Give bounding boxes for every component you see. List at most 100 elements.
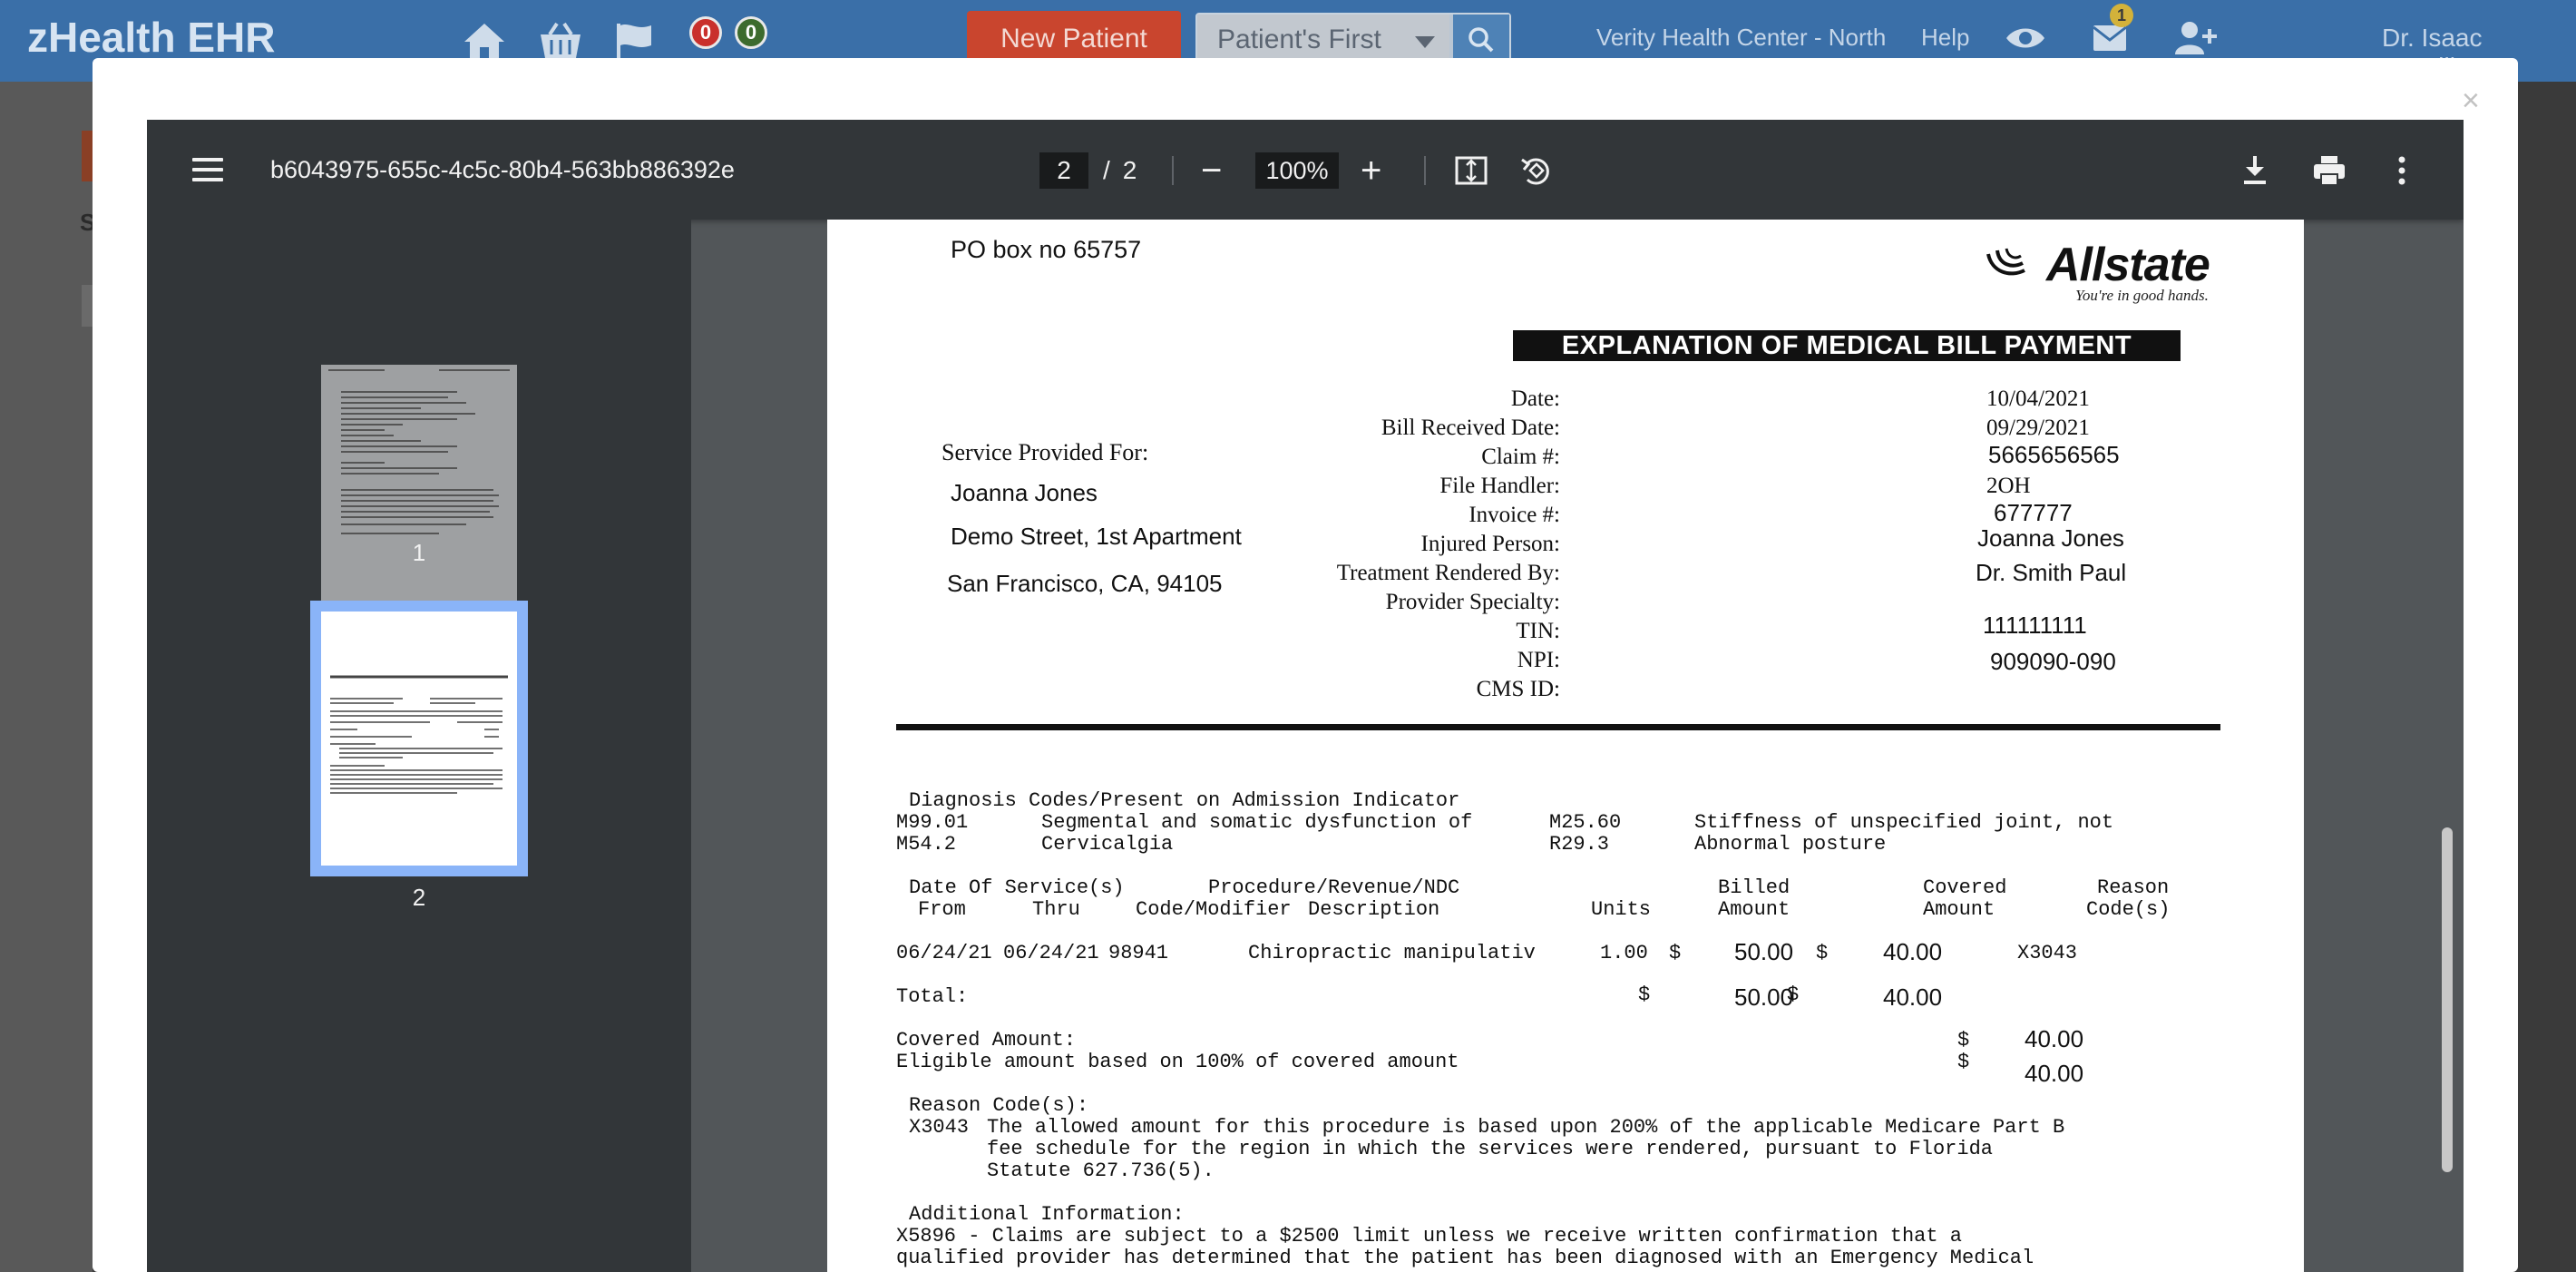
- line-description: Chiropractic manipulativ: [1248, 942, 1536, 964]
- menu-icon[interactable]: [192, 158, 223, 181]
- line-covered-amount: 40.00: [1883, 938, 1943, 965]
- diagnosis-description: Stiffness of unspecified joint, not: [1694, 811, 2114, 834]
- field-value-injured-person: Joanna Jones: [1977, 524, 2124, 552]
- additional-info-line: X5896 - Claims are subject to a $2500 li…: [896, 1225, 1962, 1248]
- diagnosis-code: R29.3: [1549, 833, 1610, 856]
- page-thumbnail-1[interactable]: [321, 365, 517, 621]
- additional-info-line: qualified provider has determined that t…: [896, 1247, 2034, 1269]
- field-label: Provider Specialty:: [1385, 590, 1560, 614]
- zoom-out-button[interactable]: −: [1201, 152, 1222, 189]
- po-box: PO box no 65757: [951, 236, 1142, 263]
- page-thumbnail-2[interactable]: [321, 612, 517, 866]
- line-procedure-code: 98941: [1108, 942, 1169, 964]
- field-label: NPI:: [1517, 648, 1560, 672]
- tasks-count-badge[interactable]: 0: [735, 16, 767, 49]
- field-value-treatment-by: Dr. Smith Paul: [1976, 559, 2127, 586]
- toolbar-divider: [1424, 156, 1426, 185]
- document-scrollbar[interactable]: [2442, 827, 2453, 1172]
- location-selector[interactable]: Verity Health Center - North: [1596, 24, 1886, 52]
- document-title: EXPLANATION OF MEDICAL BILL PAYMENT: [1513, 330, 2181, 361]
- insurer-tagline: You're in good hands.: [2075, 287, 2209, 304]
- basket-icon[interactable]: [537, 20, 584, 62]
- search-icon: [1469, 27, 1494, 53]
- help-link[interactable]: Help: [1921, 24, 1969, 52]
- field-value-invoice: 677777: [1994, 499, 2073, 526]
- total-covered: 40.00: [1883, 983, 1943, 1011]
- patient-address-line-2: San Francisco, CA, 94105: [947, 570, 1223, 597]
- zoom-in-button[interactable]: +: [1361, 152, 1381, 189]
- field-value-file-handler: 2OH: [1986, 474, 2031, 498]
- patient-name: Joanna Jones: [951, 479, 1098, 506]
- pdf-viewer: b6043975-655c-4c5c-80b4-563bb886392e 2 /…: [147, 120, 2464, 1272]
- field-value-date: 10/04/2021: [1986, 386, 2090, 411]
- download-icon[interactable]: [2235, 151, 2275, 191]
- more-options-icon[interactable]: [2382, 151, 2422, 191]
- home-icon[interactable]: [461, 20, 508, 62]
- flag-icon[interactable]: [611, 20, 659, 62]
- diagnosis-header: Diagnosis Codes/Present on Admission Ind…: [909, 789, 1460, 812]
- field-label: TIN:: [1516, 619, 1560, 643]
- eye-icon[interactable]: [2005, 20, 2046, 62]
- col-header: Billed: [1718, 876, 1791, 899]
- fit-to-page-icon[interactable]: [1451, 151, 1491, 191]
- diagnosis-description: Segmental and somatic dysfunction of: [1041, 811, 1473, 834]
- page-thumbnail-2-selected[interactable]: [310, 601, 528, 876]
- col-header: Covered: [1923, 876, 2007, 899]
- document-filename: b6043975-655c-4c5c-80b4-563bb886392e: [270, 156, 735, 183]
- modal-close-button[interactable]: ×: [2462, 83, 2480, 119]
- add-user-icon[interactable]: [2173, 20, 2217, 62]
- reason-text-line: Statute 627.736(5).: [987, 1159, 1215, 1182]
- print-icon[interactable]: [2309, 151, 2349, 191]
- reason-codes-header: Reason Code(s):: [909, 1094, 1089, 1117]
- col-header: From: [918, 898, 966, 921]
- col-header: Date Of Service(s): [909, 876, 1125, 899]
- col-header: Description: [1308, 898, 1440, 921]
- field-value-npi: 909090-090: [1990, 648, 2116, 675]
- diagnosis-code: M99.01: [896, 811, 969, 834]
- alerts-count-badge[interactable]: 0: [689, 16, 722, 49]
- background-page-strip: S: [0, 82, 95, 1272]
- currency-symbol: $: [1638, 983, 1651, 1006]
- background-button: [82, 131, 93, 181]
- field-label: Claim #:: [1481, 445, 1560, 469]
- col-header: Amount: [1718, 898, 1791, 921]
- app-brand[interactable]: zHealth EHR: [27, 13, 275, 62]
- thumbnail-label-1: 1: [412, 539, 426, 566]
- thumbnail-label-2: 2: [412, 884, 426, 911]
- diagnosis-code: M25.60: [1549, 811, 1622, 834]
- toolbar-divider: [1172, 156, 1174, 185]
- messages-count-badge: 1: [2110, 4, 2133, 27]
- reason-code: X3043: [909, 1116, 970, 1139]
- line-billed-amount: 50.00: [1734, 938, 1794, 965]
- currency-symbol: $: [1669, 942, 1682, 964]
- field-label: Injured Person:: [1420, 532, 1560, 556]
- field-label: File Handler:: [1439, 474, 1560, 498]
- currency-symbol: $: [1957, 1051, 1970, 1073]
- eligible-amount-value: 40.00: [2025, 1060, 2084, 1087]
- diagnosis-description: Cervicalgia: [1041, 833, 1174, 856]
- field-label: Bill Received Date:: [1381, 416, 1560, 440]
- reason-text-line: fee schedule for the region in which the…: [987, 1138, 1993, 1160]
- field-value-bill-received: 09/29/2021: [1986, 416, 2090, 440]
- col-header: Code/Modifier: [1136, 898, 1292, 921]
- reason-text-line: The allowed amount for this procedure is…: [987, 1116, 2065, 1139]
- currency-symbol: $: [1816, 942, 1829, 964]
- col-header: Thru: [1032, 898, 1080, 921]
- page-number-input[interactable]: 2: [1039, 152, 1088, 189]
- rotate-icon[interactable]: [1517, 151, 1556, 191]
- page-count: /2: [1103, 156, 1137, 184]
- diagnosis-description: Abnormal posture: [1694, 833, 1887, 856]
- currency-symbol: $: [1787, 983, 1800, 1006]
- background-field: [82, 285, 93, 327]
- eligible-amount-label: Eligible amount based on 100% of covered…: [896, 1051, 1459, 1073]
- total-label: Total:: [896, 985, 969, 1008]
- col-header: Code(s): [2086, 898, 2171, 921]
- additional-info-header: Additional Information:: [909, 1203, 1185, 1226]
- covered-amount-value: 40.00: [2025, 1025, 2084, 1052]
- col-header: Procedure/Revenue/NDC: [1208, 876, 1460, 899]
- zoom-level-input[interactable]: 100%: [1255, 152, 1339, 189]
- field-label: CMS ID:: [1476, 677, 1560, 701]
- col-header: Reason: [2097, 876, 2170, 899]
- line-reason-code: X3043: [2017, 942, 2078, 964]
- insurer-logo-text: Allstate: [2046, 239, 2210, 291]
